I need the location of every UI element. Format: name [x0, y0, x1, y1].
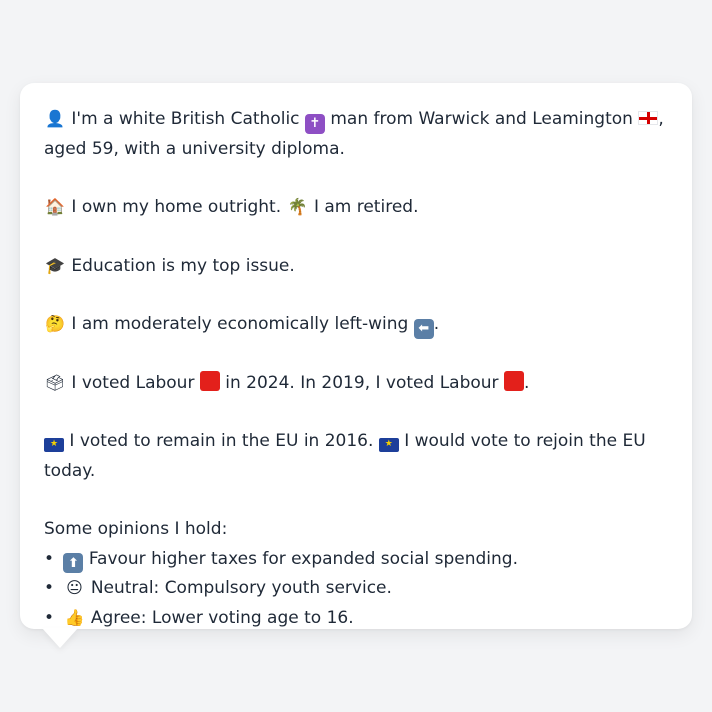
- identity-text: I'm a white British Catholic: [71, 109, 300, 129]
- england-flag-icon: [638, 111, 659, 125]
- opinion-item: • 👍 Agree: Lower voting age to 16.: [44, 604, 668, 634]
- up-arrow-icon: ⬆: [63, 553, 84, 574]
- vote-paragraph: 🗳 I voted Labour in 2024. In 2019, I vot…: [44, 369, 668, 399]
- palm-tree-icon: 🌴: [287, 197, 308, 216]
- cross-icon: ✝: [304, 113, 325, 134]
- economics-paragraph: 🤔 I am moderately economically left-wing…: [44, 310, 668, 340]
- identity-age-education: aged 59, with a university diploma.: [44, 138, 345, 159]
- home-paragraph: 🏠 I own my home outright. 🌴 I am retired…: [44, 193, 668, 223]
- labour-red-square-icon: [199, 370, 220, 391]
- eu-2016-text: I voted to remain in the EU in 2016.: [69, 431, 374, 451]
- opinion-item: • 😐 Neutral: Compulsory youth service.: [44, 574, 668, 604]
- opinion-text: Favour higher taxes for expanded social …: [88, 548, 518, 569]
- thumbs-up-icon: 👍: [64, 607, 85, 627]
- eu-paragraph: ★ I voted to remain in the EU in 2016. ★…: [44, 427, 668, 486]
- graduation-cap-icon: 🎓: [45, 255, 65, 275]
- identity-location: man from Warwick and Leamington: [330, 109, 633, 129]
- bullet: •: [44, 578, 55, 598]
- vote-2019-text: in 2024. In 2019, I voted Labour: [225, 372, 499, 393]
- identity-comma: ,: [658, 109, 664, 129]
- economics-period: .: [433, 314, 440, 334]
- house-icon: 🏠: [45, 197, 65, 216]
- opinions-section: Some opinions I hold: • ⬆ Favour higher …: [44, 515, 668, 633]
- economics-text: I am moderately economically left-wing: [71, 314, 409, 334]
- opinion-text: Agree: Lower voting age to 16.: [90, 607, 354, 628]
- person-icon: 👤: [45, 109, 65, 128]
- education-paragraph: 🎓 Education is my top issue.: [44, 252, 668, 282]
- labour-red-square-icon: [503, 370, 524, 391]
- left-arrow-icon: ⬅: [413, 318, 434, 339]
- eu-flag-icon: ★: [378, 437, 399, 452]
- home-ownership-text: I own my home outright.: [71, 197, 282, 217]
- speech-bubble-tail: [42, 628, 78, 648]
- bullet: •: [44, 548, 55, 569]
- opinion-item: • ⬆ Favour higher taxes for expanded soc…: [44, 545, 668, 575]
- vote-period: .: [523, 372, 530, 393]
- opinions-heading: Some opinions I hold:: [44, 519, 228, 539]
- ballot-box-icon: 🗳: [44, 372, 66, 392]
- education-text: Education is my top issue.: [71, 255, 295, 276]
- thinking-face-icon: 🤔: [45, 314, 65, 333]
- vote-2024-text: I voted Labour: [71, 372, 195, 393]
- opinion-text: Neutral: Compulsory youth service.: [90, 578, 392, 598]
- retired-text: I am retired.: [313, 197, 419, 217]
- identity-paragraph: 👤 I'm a white British Catholic ✝ man fro…: [44, 105, 668, 164]
- neutral-face-icon: 😐: [66, 578, 83, 597]
- profile-card: 👤 I'm a white British Catholic ✝ man fro…: [20, 83, 692, 629]
- eu-flag-icon: ★: [44, 437, 64, 452]
